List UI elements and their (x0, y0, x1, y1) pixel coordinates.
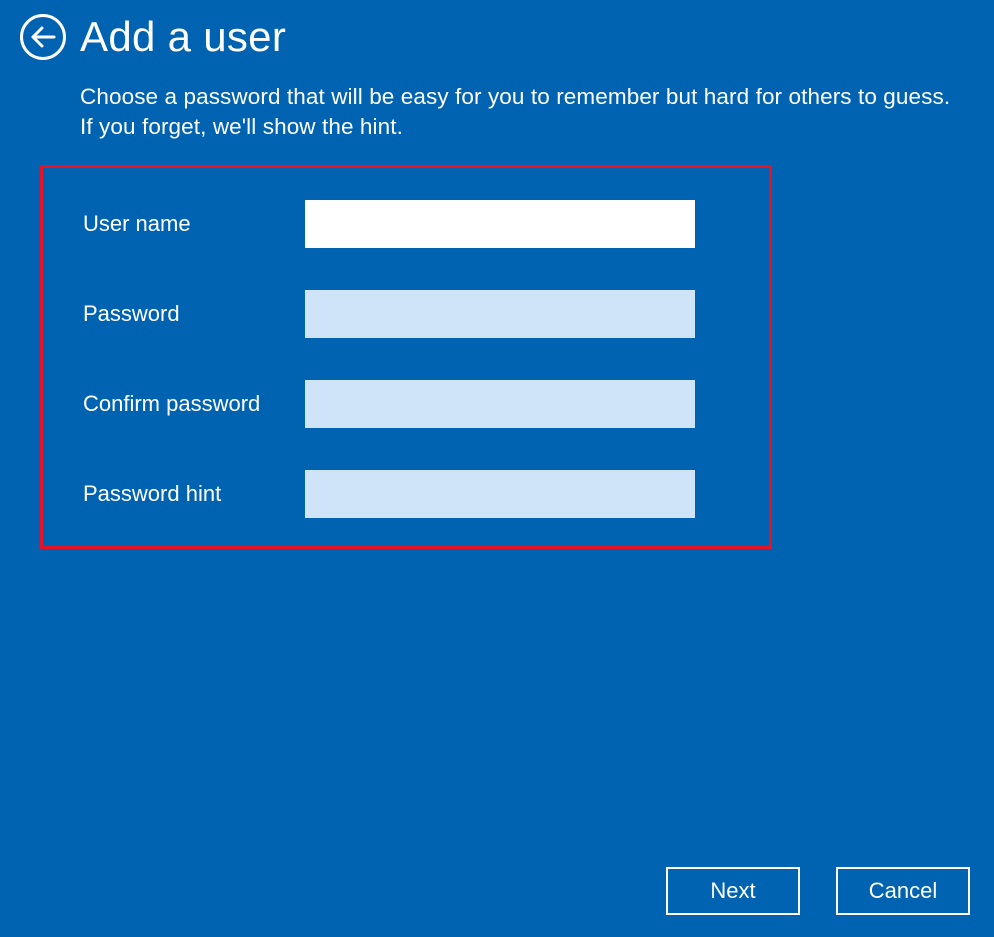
footer-buttons: Next Cancel (666, 867, 970, 915)
password-hint-input[interactable] (305, 470, 695, 518)
username-row: User name (83, 200, 735, 248)
confirm-password-row: Confirm password (83, 380, 735, 428)
page-title: Add a user (80, 16, 286, 58)
instructions-text: Choose a password that will be easy for … (80, 82, 954, 143)
password-input[interactable] (305, 290, 695, 338)
username-label: User name (83, 211, 305, 237)
password-row: Password (83, 290, 735, 338)
back-button[interactable] (20, 14, 66, 60)
password-hint-row: Password hint (83, 470, 735, 518)
confirm-password-input[interactable] (305, 380, 695, 428)
arrow-left-icon (30, 26, 56, 48)
password-hint-label: Password hint (83, 481, 305, 507)
username-input[interactable] (305, 200, 695, 248)
credentials-form: User name Password Confirm password Pass… (40, 165, 772, 549)
password-label: Password (83, 301, 305, 327)
next-button[interactable]: Next (666, 867, 800, 915)
confirm-password-label: Confirm password (83, 391, 305, 417)
cancel-button[interactable]: Cancel (836, 867, 970, 915)
